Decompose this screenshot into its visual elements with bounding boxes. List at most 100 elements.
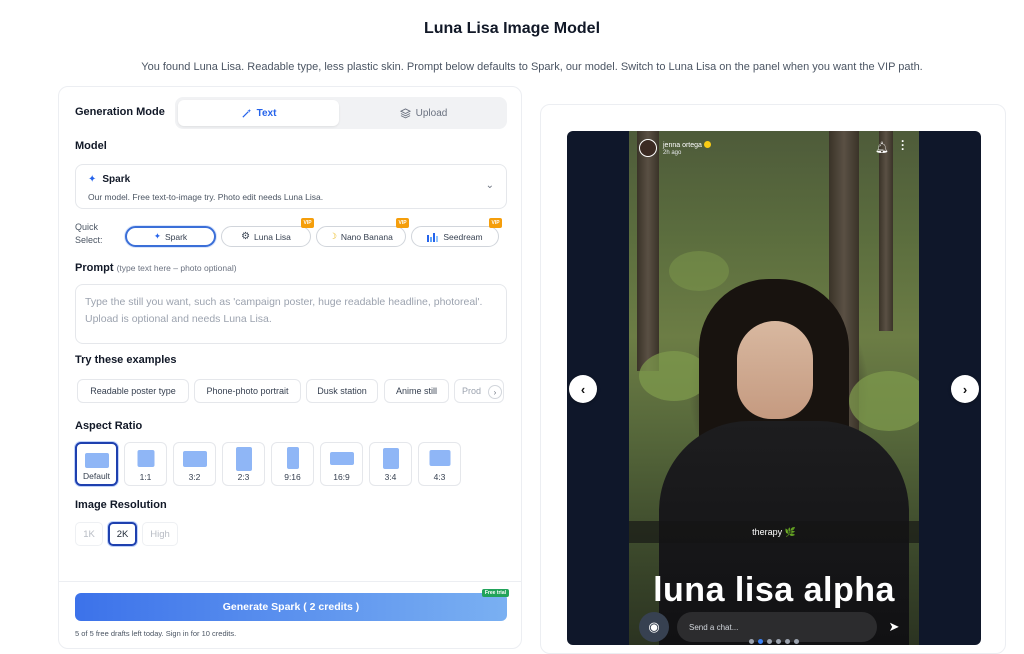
banana-icon: ☽ — [329, 231, 337, 241]
quick-select-label-luna-lisa: Luna Lisa — [254, 231, 291, 242]
free-trial-badge: Free trial — [481, 589, 509, 597]
quick-select-label-seedream: Seedream — [443, 231, 483, 242]
tree-trunk — [637, 131, 659, 371]
quick-select-spark[interactable]: ✦ Spark — [125, 226, 216, 247]
camera-icon[interactable]: ◉ — [639, 612, 669, 642]
ratio-label: 3:4 — [384, 472, 397, 482]
aspect-ratio-label: Aspect Ratio — [75, 420, 143, 432]
aspect-ratio-default[interactable]: Default — [75, 442, 118, 486]
story-header: jenna ortega 2h ago — [639, 139, 711, 157]
magic-wand-icon — [241, 108, 251, 118]
quick-select-luna-lisa[interactable]: ⚙ Luna Lisa VIP — [221, 218, 314, 247]
image-resolution-label: Image Resolution — [75, 499, 167, 511]
preview-image — [629, 131, 919, 645]
aspect-ratio-2-3[interactable]: 2:3 — [222, 442, 265, 486]
quick-select-label-spark: Spark — [164, 231, 188, 242]
carousel-pager — [567, 639, 981, 644]
pager-dot[interactable] — [758, 639, 763, 644]
layers-icon — [399, 107, 411, 118]
ratio-shape — [137, 450, 154, 467]
aspect-ratio-1-1[interactable]: 1:1 — [124, 442, 167, 486]
foliage — [669, 251, 729, 291]
ratio-shape — [84, 453, 109, 468]
preview-panel: jenna ortega 2h ago 🔔︎ · · · therapy 🌿 lun… — [540, 104, 1006, 654]
ratio-label: 2:3 — [237, 472, 250, 482]
chat-input[interactable]: Send a chat... — [677, 612, 877, 642]
ratio-label: 9:16 — [284, 472, 301, 482]
sparkle-icon: ✦ — [88, 174, 97, 185]
vip-badge: VIP — [396, 218, 409, 228]
pager-dot[interactable] — [776, 639, 781, 644]
examples-label: Try these examples — [75, 354, 177, 366]
aspect-ratio-9-16[interactable]: 9:16 — [271, 442, 314, 486]
quick-select-nano-banana[interactable]: ☽ Nano Banana VIP — [316, 218, 409, 247]
ratio-shape — [235, 447, 252, 471]
chevron-right-icon[interactable]: › — [488, 385, 502, 399]
image-carousel: jenna ortega 2h ago 🔔︎ · · · therapy 🌿 lun… — [567, 131, 981, 645]
resolution-high[interactable]: High — [142, 522, 178, 546]
ratio-label: 4:3 — [433, 472, 446, 482]
vip-badge: VIP — [301, 218, 314, 228]
page-subtitle: You found Luna Lisa. Readable type, less… — [141, 61, 923, 73]
quick-select-label: Quick Select: — [75, 222, 103, 245]
quick-select-seedream[interactable]: Seedream VIP — [411, 218, 502, 247]
aspect-ratio-3-4[interactable]: 3:4 — [369, 442, 412, 486]
pager-dot[interactable] — [785, 639, 790, 644]
prompt-hint: (type text here – photo optional) — [116, 263, 237, 273]
bar-chart-icon — [427, 232, 439, 242]
resolution-1k[interactable]: 1K — [75, 522, 103, 546]
person-face — [737, 321, 813, 419]
pager-dot[interactable] — [749, 639, 754, 644]
example-chip[interactable]: Readable poster type — [77, 379, 189, 403]
ratio-label: 3:2 — [188, 472, 201, 482]
story-caption: therapy 🌿 — [629, 521, 919, 543]
aspect-ratio-4-3[interactable]: 4:3 — [418, 442, 461, 486]
generator-panel: Generation Mode Text Upload Model ✦ Spar… — [58, 86, 522, 649]
prompt-input[interactable]: Type the still you want, such as 'campai… — [75, 284, 507, 344]
divider — [59, 581, 521, 582]
generate-button-label: Generate Spark ( 2 credits ) — [222, 601, 360, 613]
carousel-next-button[interactable]: › — [951, 375, 979, 403]
mode-upload-button[interactable]: Upload — [343, 100, 504, 126]
ratio-shape — [286, 447, 299, 469]
send-icon[interactable]: ➤ — [879, 612, 909, 642]
openai-icon: ⚙ — [241, 231, 251, 242]
pager-dot[interactable] — [767, 639, 772, 644]
drafts-remaining-text: 5 of 5 free drafts left today. Sign in f… — [75, 629, 237, 638]
chevron-down-icon: ⌄ — [485, 180, 494, 191]
aspect-ratio-16-9[interactable]: 16:9 — [320, 442, 363, 486]
example-chip[interactable]: Anime still — [384, 379, 449, 403]
ratio-shape — [429, 450, 450, 466]
quick-select-label-nano-banana: Nano Banana — [340, 231, 393, 242]
carousel-prev-button[interactable]: ‹ — [569, 375, 597, 403]
prompt-label: Prompt (type text here – photo optional) — [75, 262, 237, 274]
sparkle-icon: ✦ — [153, 231, 161, 241]
story-user-info: jenna ortega 2h ago — [663, 140, 711, 156]
more-menu-icon[interactable]: · · · — [901, 135, 905, 155]
mode-text-label: Text — [256, 107, 277, 119]
bell-icon[interactable]: 🔔︎ — [875, 141, 889, 154]
ratio-label: Default — [83, 471, 110, 481]
tree-trunk — [879, 131, 893, 331]
model-select[interactable]: ✦ Spark Our model. Free text-to-image tr… — [75, 164, 507, 209]
overlay-text: luna lisa alpha — [653, 571, 895, 609]
example-chip[interactable]: Dusk station — [306, 379, 378, 403]
aspect-ratio-3-2[interactable]: 3:2 — [173, 442, 216, 486]
foliage — [849, 371, 919, 431]
ratio-shape — [329, 452, 354, 465]
ratio-shape — [382, 448, 399, 469]
generate-button[interactable]: Generate Spark ( 2 credits ) Free trial — [75, 589, 509, 621]
vip-badge: VIP — [489, 218, 502, 228]
model-selected: ✦ Spark — [88, 174, 130, 185]
pager-dot[interactable] — [794, 639, 799, 644]
example-chip[interactable]: Phone-photo portrait — [194, 379, 301, 403]
mode-text-button[interactable]: Text — [178, 100, 339, 126]
resolution-2k[interactable]: 2K — [108, 522, 137, 546]
story-username-row: jenna ortega — [663, 140, 711, 150]
story-time: 2h ago — [663, 149, 682, 156]
verified-badge-icon — [703, 140, 711, 148]
story-username: jenna ortega — [663, 141, 702, 149]
ratio-label: 16:9 — [333, 472, 350, 482]
avatar — [639, 139, 657, 157]
generation-mode-label: Generation Mode — [75, 106, 165, 118]
